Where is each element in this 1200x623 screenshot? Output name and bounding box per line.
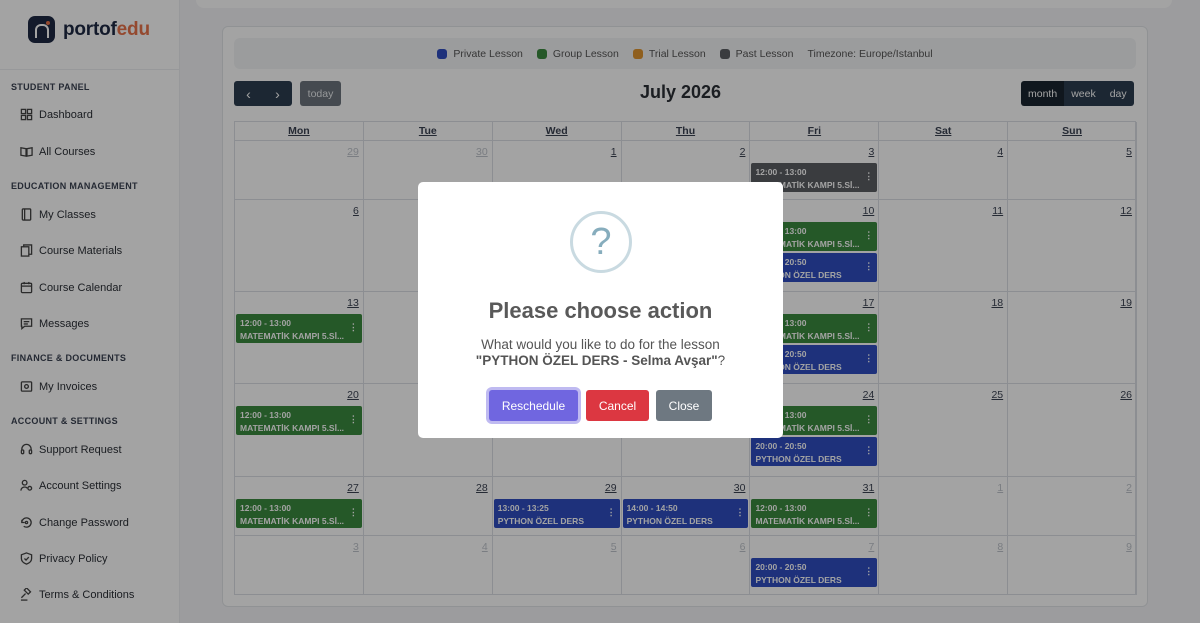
dialog-message-text: What would you like to do for the lesson (481, 337, 720, 352)
dialog-lesson-name: "PYTHON ÖZEL DERS - Selma Avşar" (475, 353, 718, 368)
dialog-message: What would you like to do for the lesson… (418, 337, 783, 369)
question-icon: ? (570, 211, 632, 273)
dialog-message-suffix: ? (717, 353, 726, 368)
cancel-lesson-button[interactable]: Cancel (586, 390, 649, 421)
reschedule-button[interactable]: Reschedule (489, 390, 578, 421)
dialog-title: Please choose action (488, 298, 713, 323)
action-dialog: ? Please choose action What would you li… (418, 182, 783, 438)
close-button[interactable]: Close (656, 390, 712, 421)
